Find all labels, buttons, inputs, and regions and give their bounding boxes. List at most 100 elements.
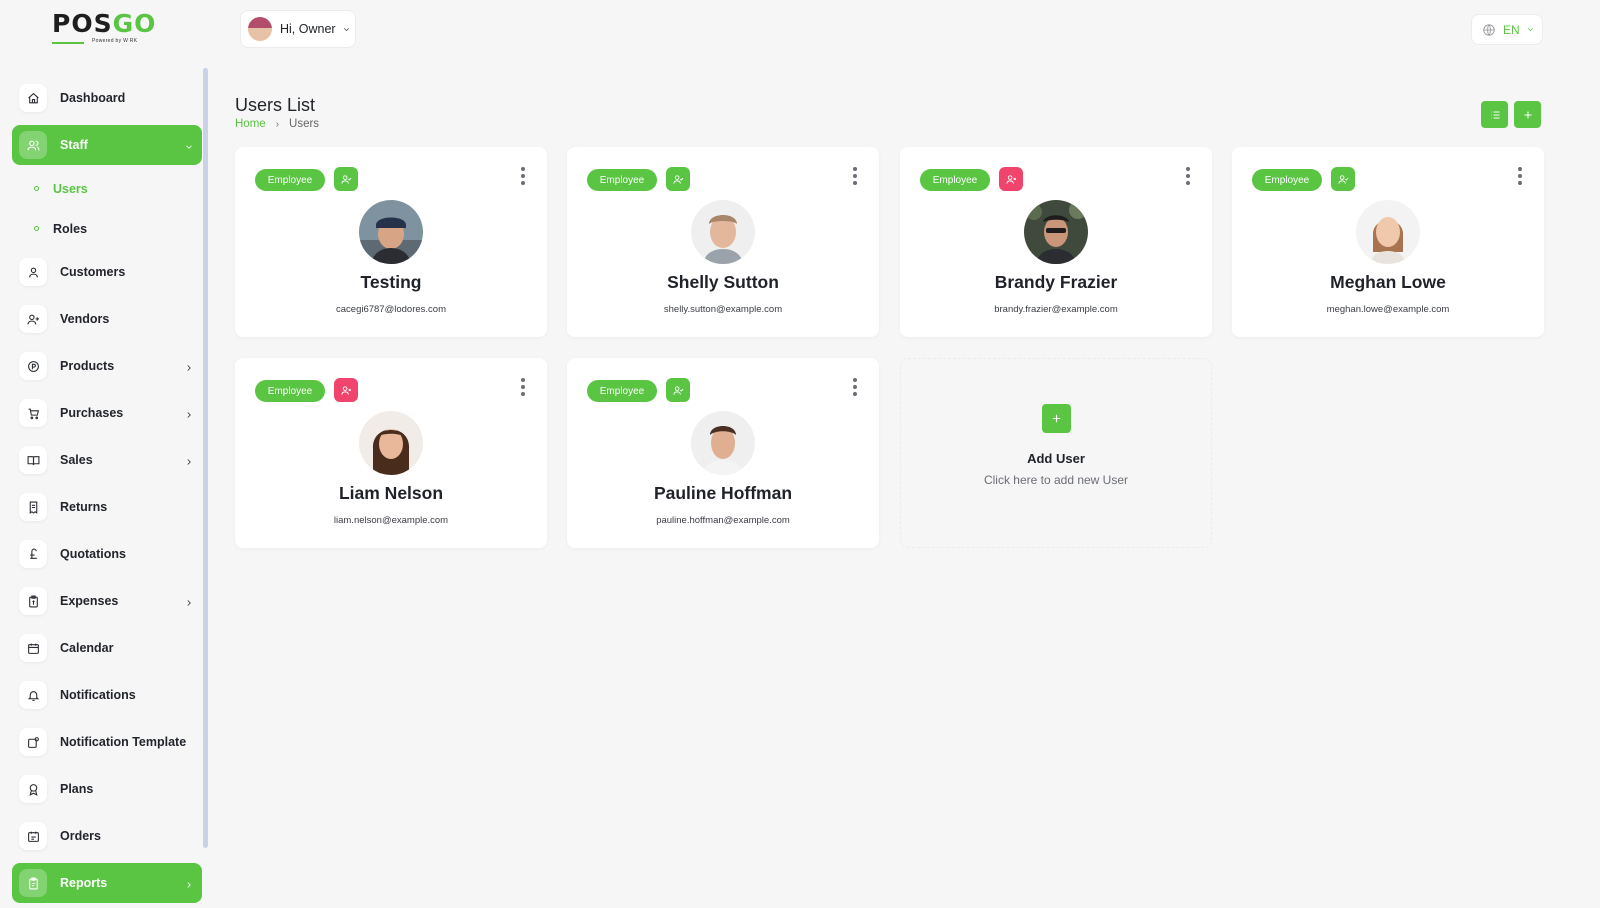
- product-icon: [19, 352, 47, 380]
- user-email: shelly.sutton@example.com: [663, 304, 783, 315]
- user-name: Meghan Lowe: [1330, 272, 1446, 292]
- user-status-button[interactable]: [999, 167, 1023, 191]
- more-options-icon[interactable]: [851, 378, 859, 396]
- sidebar-item-plans[interactable]: Plans: [12, 769, 202, 809]
- list-view-button[interactable]: [1481, 101, 1508, 128]
- add-user-subtitle: Click here to add new User: [983, 473, 1129, 487]
- chevron-right-icon: [184, 595, 192, 606]
- sidebar-item-label: Vendors: [60, 312, 110, 326]
- user-card[interactable]: Employee Brandy Frazier brandy.frazier@e…: [900, 147, 1212, 337]
- sidebar-item-label: Reports: [60, 876, 108, 890]
- sidebar-item-products[interactable]: Products: [12, 346, 202, 386]
- sidebar-item-label: Customers: [60, 265, 126, 279]
- bullet-icon: [34, 226, 39, 231]
- user-email: meghan.lowe@example.com: [1326, 304, 1450, 315]
- chevron-right-icon: ›: [275, 118, 280, 130]
- logo-tagline: Powered by W RK: [92, 38, 138, 44]
- user-status-button[interactable]: [666, 378, 690, 402]
- logo-text-accent: GO: [112, 9, 157, 38]
- sidebar-item-purchases[interactable]: Purchases: [12, 393, 202, 433]
- sidebar-item-label: Plans: [60, 782, 94, 796]
- sidebar-item-label: Returns: [60, 500, 108, 514]
- chevron-right-icon: [184, 454, 192, 465]
- sidebar-subitem-roles[interactable]: Roles: [12, 212, 202, 245]
- user-email: cacegi6787@lodores.com: [336, 304, 446, 315]
- sidebar-item-label: Calendar: [60, 641, 114, 655]
- sidebar-item-calendar[interactable]: Calendar: [12, 628, 202, 668]
- sidebar-item-notifications[interactable]: Notifications: [12, 675, 202, 715]
- breadcrumb-home-link[interactable]: Home: [235, 118, 266, 130]
- chevron-right-icon: [184, 407, 192, 418]
- sidebar-item-reports[interactable]: Reports: [12, 863, 202, 903]
- plus-icon: [1524, 111, 1531, 118]
- sidebar-item-notification-template[interactable]: Notification Template: [12, 722, 202, 762]
- orders-icon: [19, 822, 47, 850]
- user-status-button[interactable]: [666, 167, 690, 191]
- add-user-title: Add User: [1027, 451, 1085, 466]
- logo-text: POS: [52, 9, 113, 38]
- chevron-down-icon: [1527, 28, 1533, 32]
- more-options-icon[interactable]: [851, 167, 859, 185]
- page-title: Users List: [235, 95, 316, 115]
- sidebar-item-vendors[interactable]: Vendors: [12, 299, 202, 339]
- avatar: [1356, 200, 1420, 264]
- user-check-icon: [340, 174, 351, 184]
- user-name: Brandy Frazier: [994, 272, 1118, 292]
- sidebar-subitem-users[interactable]: Users: [12, 172, 202, 205]
- add-user-card[interactable]: Add User Click here to add new User: [900, 358, 1212, 548]
- sidebar-item-label: Sales: [60, 453, 93, 467]
- users-icon: [19, 131, 47, 159]
- sidebar-item-label: Quotations: [60, 547, 126, 561]
- sidebar-item-quotations[interactable]: Quotations: [12, 534, 202, 574]
- breadcrumb: Home › Users: [235, 118, 319, 130]
- more-options-icon[interactable]: [519, 167, 527, 185]
- user-card[interactable]: Employee Shelly Sutton shelly.sutton@exa…: [567, 147, 879, 337]
- user-card[interactable]: Employee Meghan Lowe meghan.lowe@example…: [1232, 147, 1544, 337]
- logo-underline: [52, 42, 84, 44]
- sidebar-item-orders[interactable]: Orders: [12, 816, 202, 856]
- user-status-button[interactable]: [334, 167, 358, 191]
- user-card[interactable]: Employee Pauline Hoffman pauline.hoffman…: [567, 358, 879, 548]
- breadcrumb-current: Users: [289, 118, 320, 130]
- role-badge: Employee: [255, 169, 325, 191]
- avatar: [359, 200, 423, 264]
- more-options-icon[interactable]: [1184, 167, 1192, 185]
- user-status-button[interactable]: [334, 378, 358, 402]
- report-icon: [19, 869, 47, 897]
- sidebar-item-dashboard[interactable]: Dashboard: [12, 78, 202, 118]
- role-badge: Employee: [587, 380, 657, 402]
- sidebar-item-label: Expenses: [60, 594, 119, 608]
- sidebar-item-expenses[interactable]: Expenses: [12, 581, 202, 621]
- more-options-icon[interactable]: [519, 378, 527, 396]
- avatar: [691, 411, 755, 475]
- app-logo[interactable]: POSGO Powered by W RK: [52, 10, 172, 50]
- user-card[interactable]: Employee Liam Nelson liam.nelson@example…: [235, 358, 547, 548]
- more-options-icon[interactable]: [1516, 167, 1524, 185]
- avatar: [1024, 200, 1088, 264]
- pound-icon: [19, 540, 47, 568]
- user-check-icon: [672, 174, 683, 184]
- sidebar-item-label: Notification Template: [60, 735, 187, 749]
- language-code: EN: [1503, 22, 1520, 37]
- receipt-icon: [19, 493, 47, 521]
- template-icon: [19, 728, 47, 756]
- sidebar-item-customers[interactable]: Customers: [12, 252, 202, 292]
- user-email: liam.nelson@example.com: [333, 515, 449, 526]
- user-check-icon: [1337, 174, 1348, 184]
- user-email: pauline.hoffman@example.com: [656, 515, 790, 526]
- add-user-button[interactable]: [1514, 101, 1541, 128]
- user-menu-button[interactable]: Hi, Owner: [240, 10, 356, 48]
- user-status-button[interactable]: [1331, 167, 1355, 191]
- sidebar-scrollbar[interactable]: [203, 68, 208, 848]
- language-selector[interactable]: EN: [1471, 14, 1543, 45]
- user-name: Testing: [360, 272, 422, 292]
- bell-icon: [19, 681, 47, 709]
- sidebar-item-sales[interactable]: Sales: [12, 440, 202, 480]
- list-icon: [1490, 111, 1499, 118]
- sidebar: POSGO Powered by W RK Dashboard Staff Us…: [0, 0, 212, 908]
- user-card[interactable]: Employee Testing cacegi6787@lodores.com: [235, 147, 547, 337]
- role-badge: Employee: [587, 169, 657, 191]
- sidebar-item-returns[interactable]: Returns: [12, 487, 202, 527]
- role-badge: Employee: [1252, 169, 1322, 191]
- sidebar-item-staff[interactable]: Staff: [12, 125, 202, 165]
